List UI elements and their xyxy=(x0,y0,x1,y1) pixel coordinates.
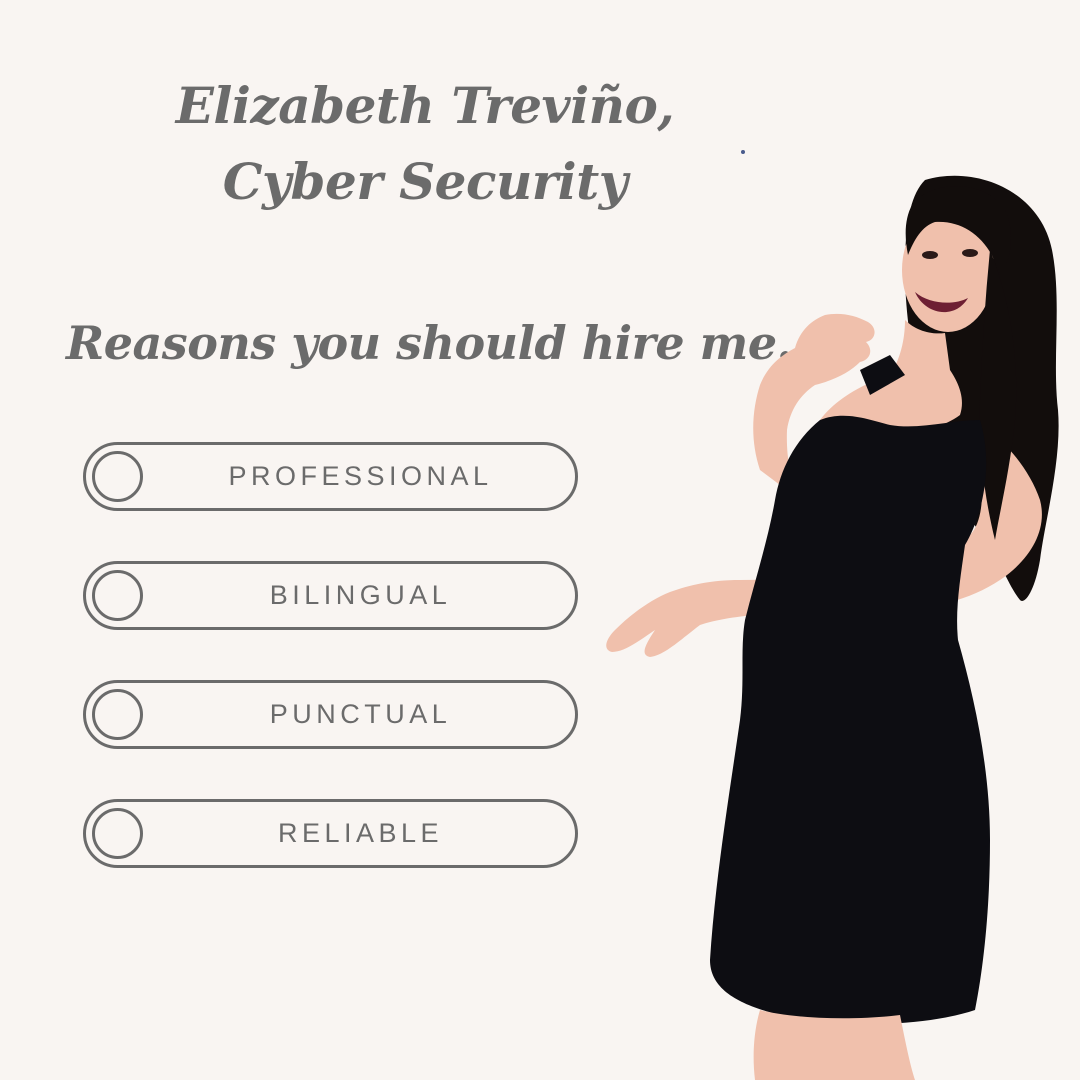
radio-circle-icon[interactable] xyxy=(92,451,143,502)
reason-option-professional[interactable]: PROFESSIONAL xyxy=(83,442,578,511)
canvas: Elizabeth Treviño, Cyber Security Reason… xyxy=(0,0,1080,1080)
legs xyxy=(753,1010,915,1080)
name-heading: Elizabeth Treviño, xyxy=(175,76,675,135)
reason-label: BILINGUAL xyxy=(269,580,452,610)
radio-circle-icon[interactable] xyxy=(92,808,143,859)
radio-circle-icon[interactable] xyxy=(92,570,143,621)
reason-option-bilingual[interactable]: BILINGUAL xyxy=(83,561,578,630)
decorative-dot xyxy=(741,150,745,154)
reason-label: PUNCTUAL xyxy=(269,699,452,729)
radio-circle-icon[interactable] xyxy=(92,689,143,740)
reason-option-punctual[interactable]: PUNCTUAL xyxy=(83,680,578,749)
dress xyxy=(710,415,990,1025)
reason-label: RELIABLE xyxy=(277,818,444,848)
portrait-photo xyxy=(606,175,1059,1080)
reason-option-reliable[interactable]: RELIABLE xyxy=(83,799,578,868)
reason-label: PROFESSIONAL xyxy=(228,461,493,491)
